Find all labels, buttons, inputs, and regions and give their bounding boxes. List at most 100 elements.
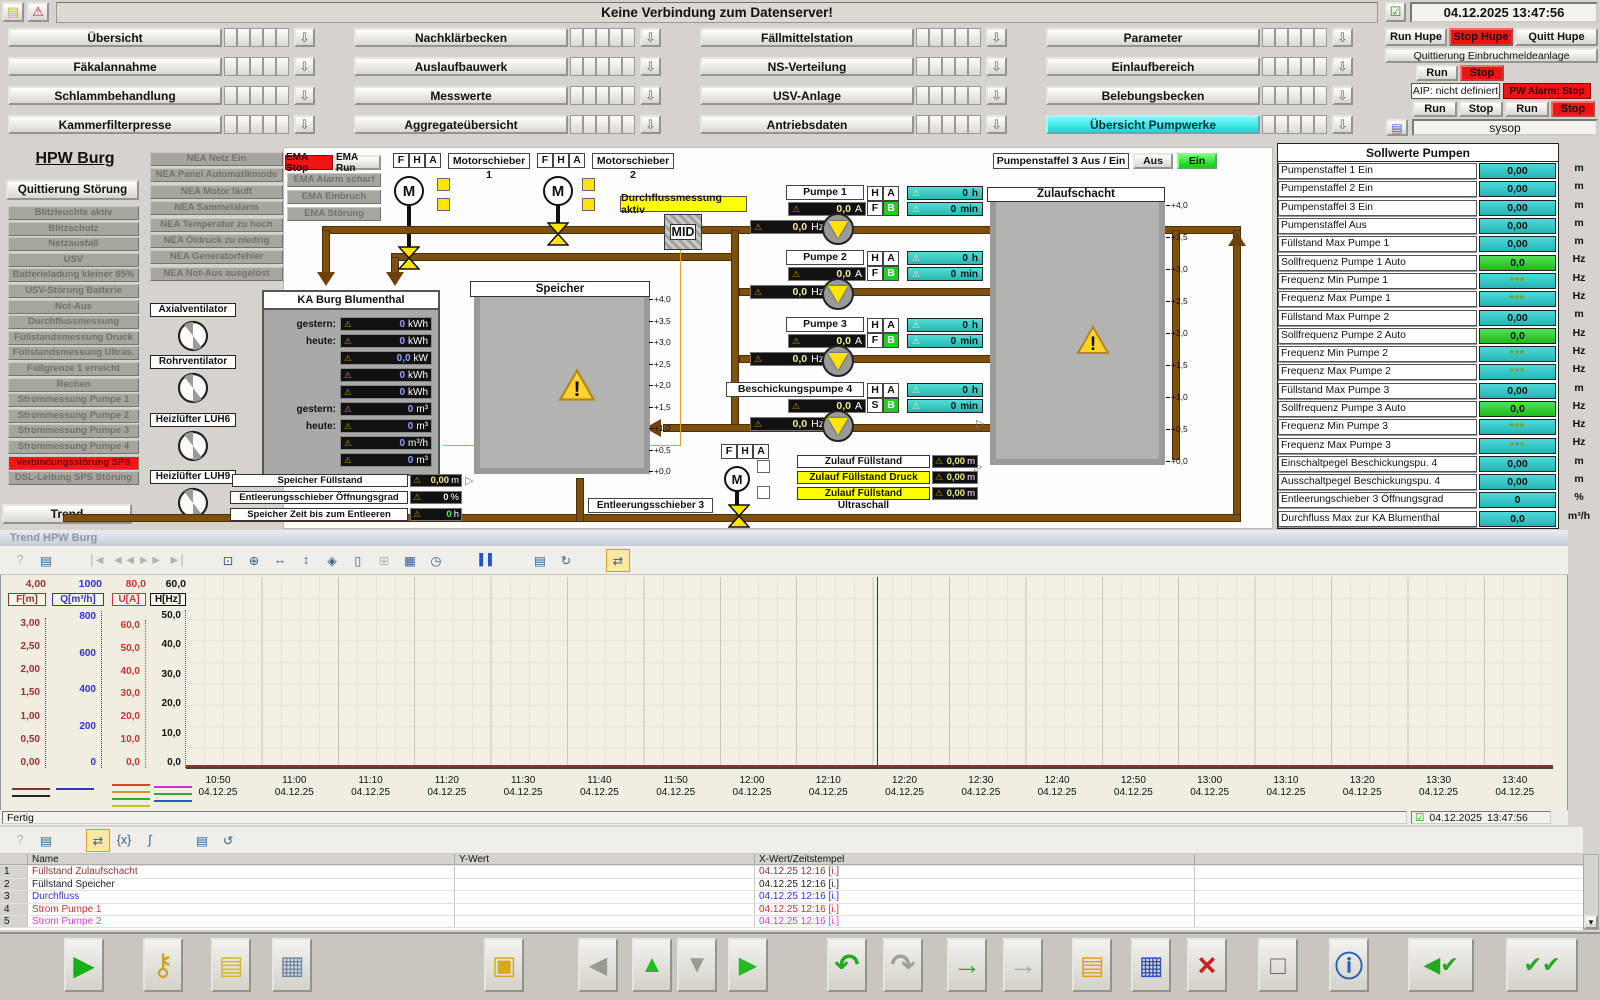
sollwerte-value-field[interactable]: 0,0 [1479,255,1556,271]
report-icon[interactable]: ▦ [272,938,312,992]
quitt-hupe-button[interactable]: Quitt Hupe [1515,28,1598,46]
screen-out-icon[interactable]: → [1003,938,1043,992]
print-icon[interactable]: ▤ [190,829,214,852]
nav-button[interactable]: Nachklärbecken [354,28,568,47]
trend-cursor-line[interactable] [877,577,878,769]
time-range-icon[interactable]: ◷ [424,549,448,572]
mode-cell[interactable]: A [425,153,441,168]
legend-table-row[interactable]: 4 Strom Pumpe 1 04.12.25 12:16 [i.] [0,904,1583,916]
motor1-icon[interactable]: M [394,176,424,206]
nav-down-arrow-icon[interactable]: ⇩ [1332,28,1353,47]
alarm-flag-icon[interactable]: ⚠ [27,2,49,22]
sep[interactable] [190,549,214,572]
sollwerte-value-field[interactable]: 0,00 [1479,474,1556,490]
mode-cell[interactable]: A [883,383,899,398]
mode-cell[interactable]: B [883,201,899,216]
key-icon[interactable]: ⚷ [143,938,183,992]
nav-button[interactable]: Aggregateübersicht [354,115,568,134]
mode-cell[interactable]: F [867,266,883,281]
mode-cell[interactable]: F [393,153,409,168]
quitt-ema-button[interactable]: Quittierung Einbruchmeldeanlage [1385,48,1598,63]
horn-ack-icon[interactable]: ◀✔ [1408,938,1474,992]
help-icon[interactable]: ? [8,549,32,572]
grid-icon[interactable]: ▦ [398,549,422,572]
picture-delete-icon[interactable]: × [1187,938,1227,992]
one-to-one-icon[interactable]: ⊞ [372,549,396,572]
legend-scrollbar[interactable]: ▾ [1583,854,1599,930]
sollwerte-value-field[interactable]: 0,00 [1479,163,1556,179]
mode-cell[interactable]: H [553,153,569,168]
ack-fault-button[interactable]: Quittierung Störung [6,180,139,200]
mode-cell[interactable]: H [409,153,425,168]
pw2-stop-button[interactable]: Stop [1551,101,1595,117]
mode-cell[interactable]: S [867,398,883,413]
zoom-in-icon[interactable]: ⊕ [242,549,266,572]
nav-button[interactable]: Auslaufbauwerk [354,57,568,76]
mode-cell[interactable]: H [867,251,883,266]
legend-table-row[interactable]: 3 Durchfluss 04.12.25 12:16 [i.] [0,891,1583,903]
nav-down-arrow-icon[interactable]: ⇩ [294,115,315,134]
mode-cell[interactable]: B [883,266,899,281]
nav-button[interactable]: Parameter [1046,28,1260,47]
nav-button[interactable]: Übersicht [8,28,222,47]
refresh-icon[interactable]: ↺ [216,829,240,852]
pause-icon[interactable]: ▌▌ [476,549,500,572]
entl-motor-icon[interactable]: M [724,466,750,492]
pw2-run-button[interactable]: Run [1505,101,1549,117]
sollwerte-value-field[interactable]: 0,0 [1479,401,1556,417]
zoom-h-icon[interactable]: ↔ [268,549,292,572]
sollwerte-value-field[interactable]: *** [1479,438,1556,454]
help-icon[interactable]: ? [8,829,32,852]
nav-down-arrow-icon[interactable]: ⇩ [294,86,315,105]
print-icon[interactable]: ▤ [528,549,552,572]
zoom-box-icon[interactable]: ⊡ [216,549,240,572]
nav-down-arrow-icon[interactable]: ⇩ [640,28,661,47]
scroll-down-icon[interactable]: ▾ [1584,915,1598,929]
pw1-stop-button[interactable]: Stop [1459,101,1503,117]
printer-icon[interactable]: ▤ [1386,119,1408,136]
sep[interactable] [450,549,474,572]
entl-valve-icon[interactable] [728,504,750,528]
log-icon[interactable]: ▤ [211,938,251,992]
mode-cell[interactable]: H [867,186,883,201]
calendar-check-icon[interactable]: ☑ [1385,2,1406,22]
screen-forward-icon[interactable]: → [947,938,987,992]
mode-cell[interactable]: F [867,201,883,216]
last-icon[interactable]: ►| [164,549,188,572]
info-icon[interactable]: ⓘ [1329,938,1369,992]
nav-button[interactable]: Messwerte [354,86,568,105]
mode-cell[interactable]: A [753,444,769,459]
screensaver-icon[interactable]: □ [1258,938,1298,992]
motor2-icon[interactable]: M [543,176,573,206]
nav-button[interactable]: Einlaufbereich [1046,57,1260,76]
pump-icon[interactable] [822,410,854,442]
sep[interactable] [60,829,84,852]
ema-run-button[interactable]: Run [1416,65,1458,81]
mode-cell[interactable]: A [569,153,585,168]
nav-button[interactable]: NS-Verteilung [700,57,914,76]
note-icon[interactable]: ▤ [2,2,24,22]
mid-flowmeter[interactable]: MID [664,214,702,250]
nav-button[interactable]: USV-Anlage [700,86,914,105]
first-icon[interactable]: |◄ [86,549,110,572]
mode-cell[interactable]: F [867,333,883,348]
refresh-icon[interactable]: ↻ [554,549,578,572]
copy-icon[interactable]: ▣ [484,938,524,992]
sollwerte-value-field[interactable]: 0,00 [1479,218,1556,234]
nav-button[interactable]: Belebungsbecken [1046,86,1260,105]
sollwerte-value-field[interactable]: *** [1479,291,1556,307]
sollwerte-value-field[interactable]: *** [1479,419,1556,435]
nav-down-arrow-icon[interactable]: ⇩ [640,115,661,134]
fan-icon[interactable] [177,430,209,462]
sep[interactable] [60,549,84,572]
picture-open-icon[interactable]: ▤ [1072,938,1112,992]
forward-icon[interactable]: ►► [138,549,162,572]
undo-icon[interactable]: ↶ [827,938,867,992]
sollwerte-value-field[interactable]: 0,0 [1479,328,1556,344]
nav-down-arrow-icon[interactable]: ⇩ [640,86,661,105]
ema-run-button[interactable]: EMA Run [334,155,381,170]
ema-stop-button[interactable]: EMA Stop [285,155,333,170]
sollwerte-value-field[interactable]: *** [1479,273,1556,289]
fan-icon[interactable] [177,320,209,352]
mode-cell[interactable]: A [883,251,899,266]
